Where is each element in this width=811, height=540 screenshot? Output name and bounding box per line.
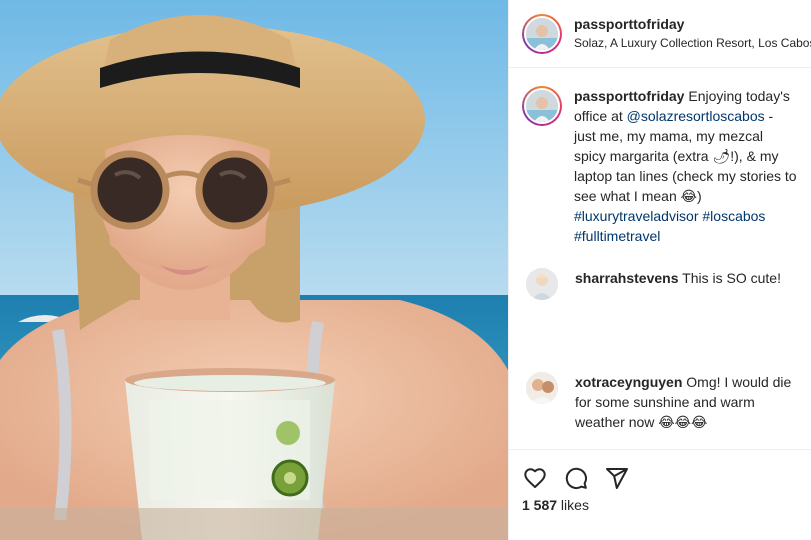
likes-count[interactable]: 1 587 likes — [509, 495, 811, 513]
heart-icon — [524, 467, 546, 488]
commenter-username[interactable]: xotraceynguyen — [575, 374, 682, 390]
commenter-avatar[interactable] — [526, 268, 558, 300]
avatar-photo-icon — [526, 90, 558, 122]
like-button[interactable] — [522, 465, 548, 491]
hashtag-link[interactable]: #luxurytraveladvisor — [574, 208, 699, 224]
comment-button[interactable] — [563, 465, 589, 491]
comments-section: passporttofriday Enjoying today's office… — [509, 68, 811, 246]
post-photo[interactable] — [0, 0, 508, 540]
comment-body: This is SO cute! — [678, 270, 781, 286]
avatar-photo-icon — [526, 268, 558, 300]
instagram-post: passporttofriday Solaz, A Luxury Collect… — [0, 0, 811, 540]
avatar-photo-icon — [526, 372, 558, 404]
commenter-username[interactable]: sharrahstevens — [575, 270, 679, 286]
mention-link[interactable]: @solazresortloscabos — [627, 108, 765, 124]
comment-row: sharrahstevens This is SO cute! — [522, 268, 805, 300]
comment-icon — [565, 467, 587, 489]
comment-row: xotraceynguyen Omg! I would die for some… — [522, 372, 805, 432]
comment-text: xotraceynguyen Omg! I would die for some… — [575, 372, 805, 432]
share-icon — [606, 467, 628, 489]
commenter-avatar[interactable] — [526, 372, 558, 404]
post-location[interactable]: Solaz, A Luxury Collection Resort, Los C… — [574, 36, 811, 51]
likes-label: likes — [557, 497, 589, 513]
caption-row: passporttofriday Enjoying today's office… — [522, 86, 797, 246]
hashtag-link[interactable]: #loscabos — [702, 208, 765, 224]
hashtag-link[interactable]: #fulltimetravel — [574, 228, 660, 244]
author-avatar[interactable] — [522, 13, 562, 54]
post-header: passporttofriday Solaz, A Luxury Collect… — [509, 0, 811, 68]
likes-number: 1 587 — [522, 497, 558, 513]
comment-text: sharrahstevens This is SO cute! — [575, 268, 805, 288]
post-caption: passporttofriday Enjoying today's office… — [574, 86, 797, 246]
caption-username[interactable]: passporttofriday — [574, 88, 684, 104]
avatar-photo-icon — [526, 17, 558, 50]
author-username[interactable]: passporttofriday — [574, 16, 811, 34]
share-button[interactable] — [604, 465, 630, 491]
post-sidebar: passporttofriday Solaz, A Luxury Collect… — [508, 0, 811, 540]
action-bar — [509, 450, 811, 495]
beach-selfie-photo — [0, 0, 508, 540]
caption-author-avatar[interactable] — [522, 86, 562, 126]
post-footer: 1 587 likes — [509, 449, 811, 513]
